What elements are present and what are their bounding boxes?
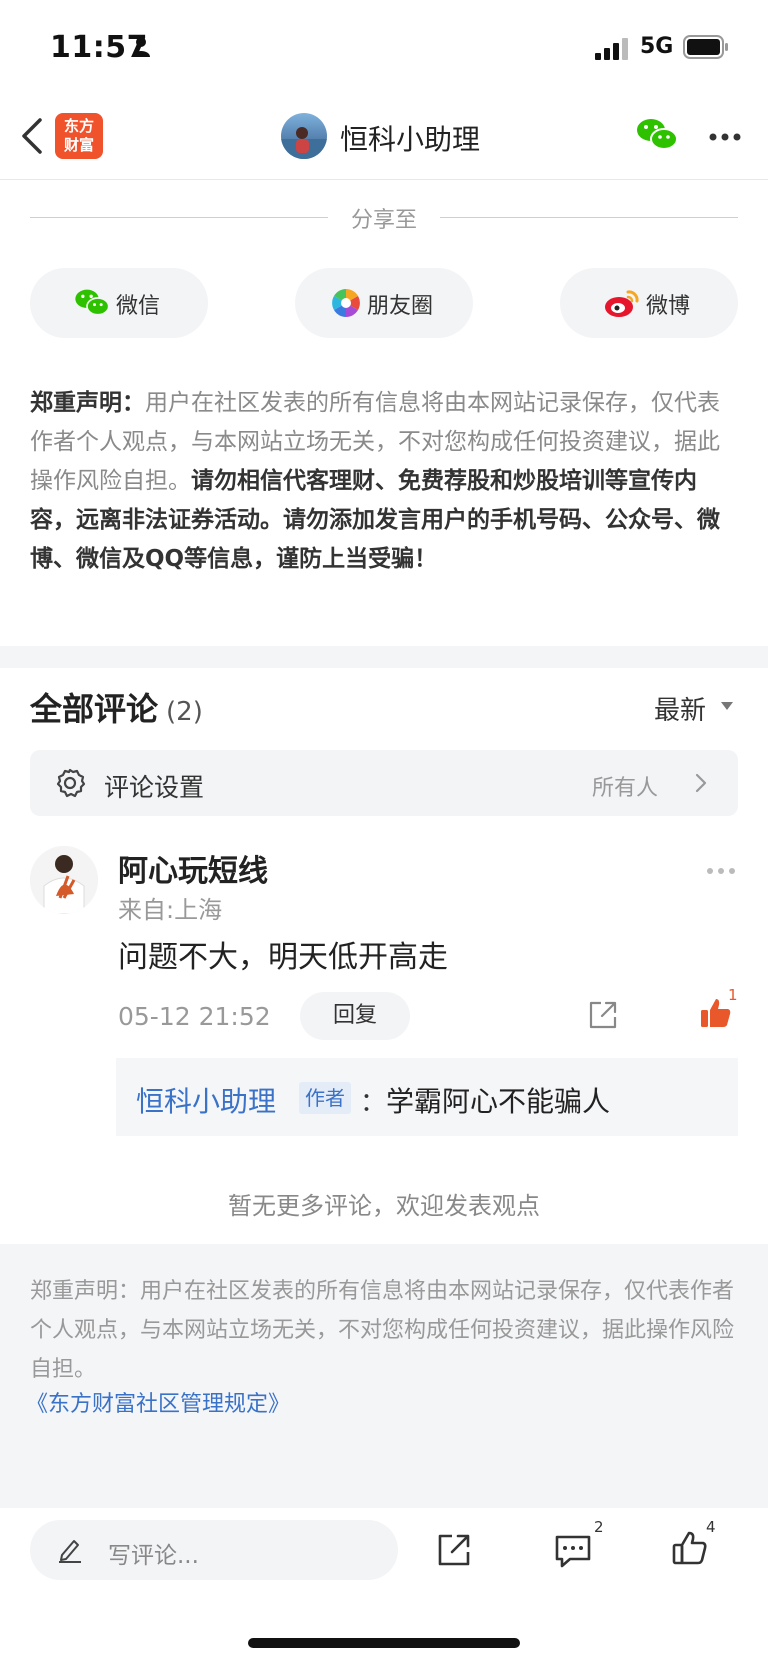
more-icon[interactable] — [708, 127, 742, 146]
footer-disclaimer: 郑重声明：用户在社区发表的所有信息将由本网站记录保存，仅代表作者个人观点，与本网… — [30, 1279, 735, 1382]
comment-settings-row[interactable]: 评论设置 所有人 — [30, 750, 738, 816]
app-logo[interactable]: 东方 财富 — [55, 113, 103, 159]
comments-count: (2) — [166, 697, 203, 727]
more-icon[interactable] — [706, 860, 736, 879]
author-badge: 作者 — [299, 1082, 351, 1114]
section-divider — [0, 646, 768, 668]
sort-button[interactable]: 最新 — [654, 690, 706, 727]
caret-down-icon[interactable] — [721, 702, 733, 710]
home-indicator — [248, 1638, 520, 1648]
comment-input[interactable]: 写评论... — [30, 1520, 398, 1580]
comment-settings-value: 所有人 — [592, 776, 659, 801]
share-header: 分享至 — [30, 200, 738, 234]
disclaimer-prefix: 郑重声明： — [30, 390, 145, 416]
comment-location: 来自:上海 — [118, 896, 223, 924]
comments-title-label: 全部评论 — [30, 690, 159, 728]
bottom-bar: 写评论... 2 4 — [0, 1508, 768, 1663]
reply-button[interactable]: 回复 — [300, 992, 410, 1040]
logo-line-1: 东方 — [63, 117, 94, 135]
reply-author[interactable]: 恒科小助理 — [136, 1080, 276, 1120]
back-button[interactable] — [14, 114, 54, 158]
gear-icon — [54, 767, 86, 803]
thumbs-up-icon[interactable] — [672, 1530, 708, 1570]
disclaimer: 郑重声明：用户在社区发表的所有信息将由本网站记录保存，仅代表作者个人观点，与本网… — [30, 384, 740, 579]
comment-settings-label: 评论设置 — [104, 773, 205, 802]
comment-count: 2 — [594, 1518, 604, 1536]
battery-icon — [683, 35, 729, 63]
reply-item: 恒科小助理 作者 ： 学霸阿心不能骗人 — [116, 1058, 738, 1136]
network-label: 5G — [640, 34, 674, 59]
wechat-icon — [74, 288, 110, 322]
wechat-icon[interactable] — [636, 117, 678, 157]
pen-icon — [56, 1536, 84, 1568]
comment-time: 05-12 21:52 — [118, 1002, 271, 1031]
nav-bar: 东方 财富 恒科小助理 — [0, 96, 768, 180]
comment-icon[interactable] — [554, 1534, 592, 1572]
share-label: 分享至 — [350, 208, 417, 233]
share-moments-label: 朋友圈 — [367, 294, 434, 319]
share-wechat-label: 微信 — [116, 294, 161, 319]
like-count: 1 — [728, 986, 738, 1004]
status-bar: 11:57 5G — [0, 0, 768, 96]
chevron-right-icon — [694, 772, 708, 798]
comment-user-name[interactable]: 阿心玩短线 — [118, 846, 268, 890]
signal-icon — [595, 38, 629, 64]
footer: 郑重声明：用户在社区发表的所有信息将由本网站记录保存，仅代表作者个人观点，与本网… — [0, 1244, 768, 1508]
moments-icon — [331, 288, 361, 322]
page-title: 恒科小助理 — [340, 123, 481, 156]
share-weibo-label: 微博 — [646, 294, 691, 319]
comment-text: 问题不大，明天低开高走 — [118, 940, 448, 975]
person-icon — [132, 37, 150, 61]
avatar[interactable] — [281, 113, 327, 159]
reply-colon: ： — [360, 1088, 387, 1118]
like-count: 4 — [706, 1518, 716, 1536]
share-moments-button[interactable]: 朋友圈 — [295, 268, 473, 338]
comments-title: 全部评论 (2) — [30, 684, 203, 730]
avatar[interactable] — [30, 846, 98, 914]
logo-line-2: 财富 — [63, 136, 94, 154]
comment-placeholder: 写评论... — [108, 1543, 199, 1569]
weibo-icon — [604, 288, 640, 322]
share-wechat-button[interactable]: 微信 — [30, 268, 208, 338]
share-weibo-button[interactable]: 微博 — [560, 268, 738, 338]
reply-text: 学霸阿心不能骗人 — [386, 1085, 611, 1118]
community-rules-link[interactable]: 《东方财富社区管理规定》 — [26, 1386, 290, 1418]
share-icon[interactable] — [436, 1532, 472, 1572]
no-more-comments: 暂无更多评论，欢迎发表观点 — [228, 1192, 540, 1220]
share-icon[interactable] — [588, 1000, 618, 1034]
